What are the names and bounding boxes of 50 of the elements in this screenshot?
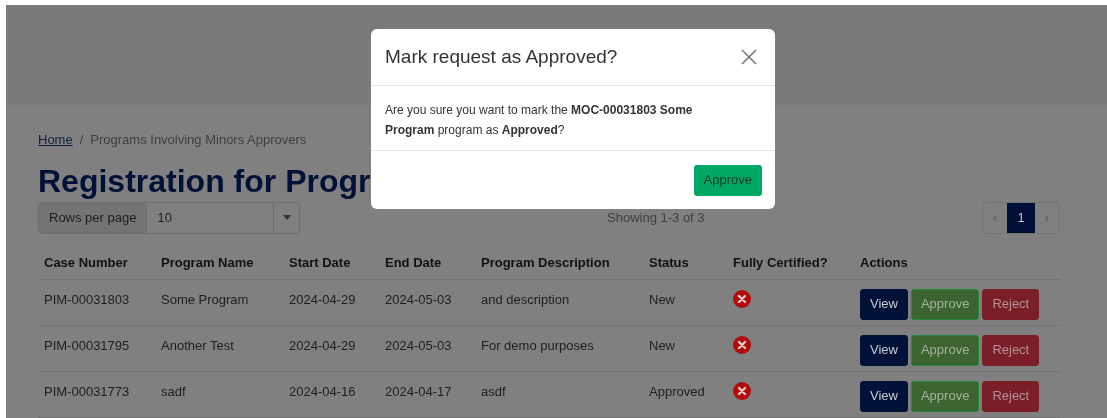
table-cell: New [649, 291, 675, 307]
home-link[interactable]: Home [38, 130, 73, 150]
view-button[interactable]: View [860, 288, 908, 320]
column-header: End Date [385, 255, 442, 271]
breadcrumb-separator: / [79, 131, 84, 149]
table-cell: New [649, 337, 675, 353]
close-button[interactable] [741, 49, 757, 65]
table-cell: PIM-00031795 [44, 337, 130, 353]
close-icon [741, 49, 757, 65]
column-header: Program Name [161, 255, 254, 271]
column-header: Start Date [289, 255, 351, 271]
column-header: Case Number [44, 255, 128, 271]
column-header: Actions [860, 255, 908, 271]
breadcrumb-current: Programs Involving Minors Approvers [90, 131, 307, 149]
page-button[interactable]: 1 [1007, 202, 1035, 233]
view-button[interactable]: View [860, 380, 908, 412]
reject-button[interactable]: Reject [982, 334, 1040, 366]
column-header: Fully Certified? [733, 255, 828, 271]
modal-message: Are you sure you want to mark the MOC-00031803 Some Program program as Approved? [385, 102, 694, 139]
table-cell: Some Program [161, 291, 249, 307]
table-cell: PIM-00031773 [44, 383, 130, 399]
next-page-button[interactable]: › [1035, 202, 1059, 233]
table-cell: Another Test [161, 337, 234, 353]
view-button[interactable]: View [860, 334, 908, 366]
approve-button[interactable]: Approve [910, 288, 980, 320]
reject-button[interactable]: Reject [982, 288, 1040, 320]
caret-icon [282, 215, 291, 220]
table-cell: For demo purposes [481, 337, 594, 353]
previous-page-button[interactable]: ‹ [983, 202, 1007, 233]
table-cell: PIM-00031803 [44, 291, 130, 307]
table-cell: sadf [161, 383, 186, 399]
modal-title: Mark request as Approved? [385, 44, 618, 69]
page-title: Registration for Progr [38, 161, 371, 200]
approve-button[interactable]: Approve [910, 380, 980, 412]
table-cell: 2024-04-29 [289, 337, 356, 353]
reject-button[interactable]: Reject [982, 380, 1040, 412]
showing-count: Showing 1-3 of 3 [607, 208, 706, 227]
rows-per-page-select[interactable]: Rows per page 10 [38, 201, 300, 234]
approve-button[interactable]: Approve [910, 334, 980, 366]
table-cell: 2024-04-16 [289, 383, 356, 399]
table-cell: Approved [649, 383, 705, 399]
table-cell: 2024-05-03 [385, 337, 452, 353]
table-cell: 2024-04-29 [289, 291, 356, 307]
table-cell: 2024-04-17 [385, 383, 452, 399]
approve-button[interactable]: Approve [693, 164, 762, 196]
table-cell: 2024-05-03 [385, 291, 452, 307]
column-header: Status [649, 255, 689, 271]
table-cell: asdf [481, 383, 506, 399]
table-cell: and description [481, 291, 570, 307]
column-header: Program Description [481, 255, 610, 271]
